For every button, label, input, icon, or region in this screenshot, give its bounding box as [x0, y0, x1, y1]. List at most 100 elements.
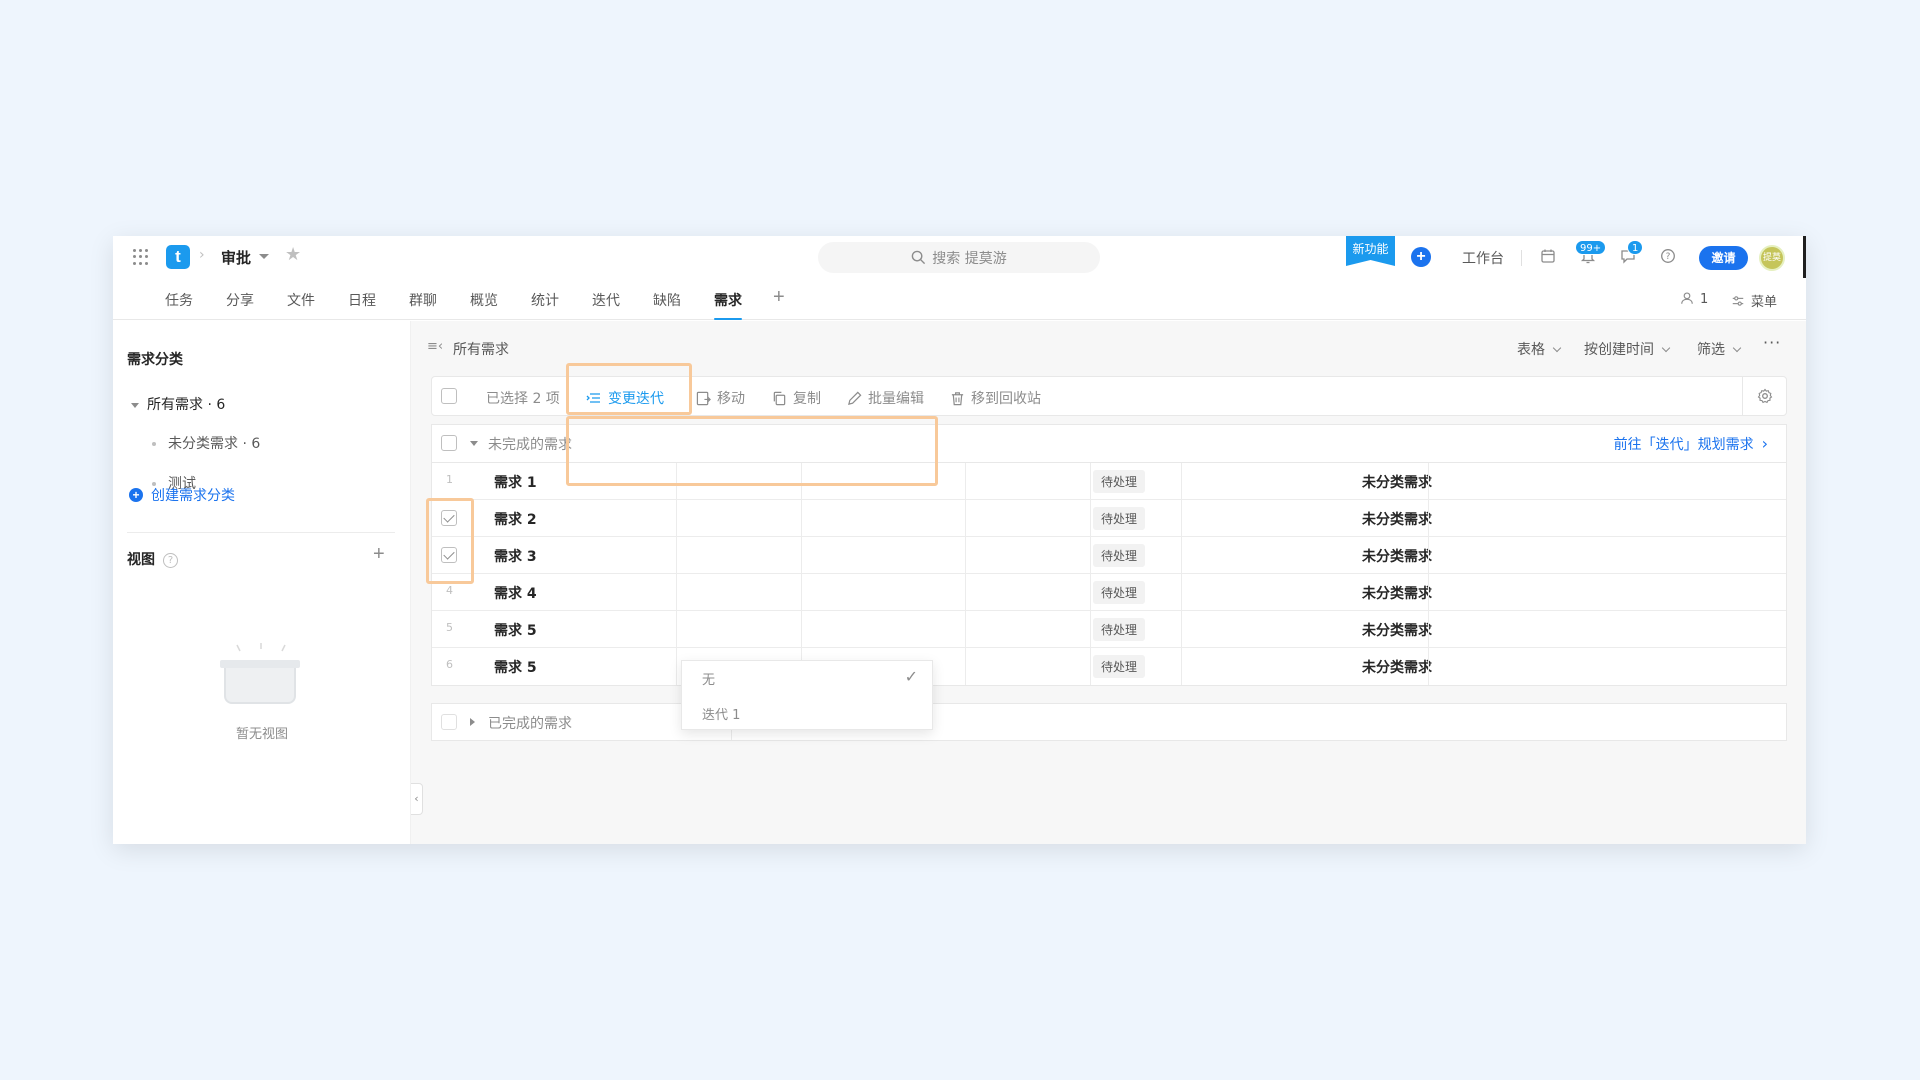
requirement-title[interactable]: 需求 5: [494, 657, 537, 677]
status-badge[interactable]: 待处理: [1093, 507, 1146, 530]
status-badge[interactable]: 待处理: [1093, 581, 1146, 604]
highlight-checkboxes: [426, 498, 474, 584]
batch-edit-button[interactable]: 批量编辑: [847, 388, 924, 408]
iteration-dropdown: 无 ✓ 迭代 1: [681, 660, 933, 730]
column-divider: [801, 611, 802, 647]
members-button[interactable]: 1: [1680, 291, 1708, 307]
project-tabs: 任务 分享 文件 日程 群聊 概览 统计 迭代 缺陷 需求 + 1 菜单: [113, 278, 1806, 320]
tab-group-chat[interactable]: 群聊: [409, 290, 437, 310]
table-settings-gear-icon[interactable]: [1742, 377, 1786, 415]
table-row[interactable]: 4 需求 4 待处理 未分类需求: [432, 574, 1786, 611]
tab-statistics[interactable]: 统计: [531, 290, 559, 310]
avatar[interactable]: 提莫: [1759, 245, 1785, 271]
column-divider: [1181, 537, 1182, 573]
group-checkbox[interactable]: [441, 714, 457, 730]
table-row[interactable]: 需求 3 待处理 未分类需求: [432, 537, 1786, 574]
category-cell[interactable]: 未分类需求: [1362, 509, 1432, 529]
group-checkbox[interactable]: [441, 435, 457, 451]
category-cell[interactable]: 未分类需求: [1362, 657, 1432, 677]
table-row[interactable]: 5 需求 5 待处理 未分类需求: [432, 611, 1786, 648]
more-options-icon[interactable]: ···: [1763, 333, 1781, 352]
status-badge[interactable]: 待处理: [1093, 544, 1146, 567]
column-divider: [1181, 611, 1182, 647]
add-view-icon[interactable]: +: [373, 543, 385, 566]
iteration-option-1[interactable]: 迭代 1: [702, 704, 740, 723]
collapse-caret-icon[interactable]: [470, 441, 478, 446]
column-divider: [801, 574, 802, 610]
filter-label: 筛选: [1697, 342, 1725, 358]
column-divider: [1428, 537, 1429, 573]
calendar-icon[interactable]: [1539, 248, 1557, 266]
expand-caret-icon[interactable]: [470, 718, 475, 726]
status-badge[interactable]: 待处理: [1093, 470, 1146, 493]
table-row[interactable]: 需求 2 待处理 未分类需求: [432, 500, 1786, 537]
create-category-label: 创建需求分类: [151, 488, 235, 504]
requirement-title[interactable]: 需求 4: [494, 583, 537, 603]
star-icon[interactable]: ★: [285, 244, 301, 265]
chevron-down-icon: [1552, 343, 1562, 353]
search-input[interactable]: 搜索 提莫游: [818, 242, 1100, 273]
column-divider: [1181, 500, 1182, 536]
collapse-list-icon[interactable]: ≡‹: [427, 339, 443, 354]
move-button[interactable]: 移动: [696, 388, 745, 408]
empty-box-illustration: [220, 660, 300, 704]
new-feature-badge[interactable]: 新功能: [1346, 236, 1395, 266]
view-mode-dropdown[interactable]: 表格: [1517, 339, 1562, 359]
tab-files[interactable]: 文件: [287, 290, 315, 310]
help-icon[interactable]: ?: [1659, 248, 1677, 266]
requirement-title[interactable]: 需求 3: [494, 546, 537, 566]
quick-add-icon[interactable]: +: [1411, 247, 1431, 267]
tab-overview[interactable]: 概览: [470, 290, 498, 310]
copy-icon: [773, 391, 786, 405]
category-all[interactable]: 所有需求 · 6: [131, 394, 225, 414]
invite-button[interactable]: 邀请: [1699, 246, 1748, 270]
column-divider: [1181, 648, 1182, 685]
selected-count: 已选择 2 项: [486, 391, 560, 407]
category-uncategorized[interactable]: 未分类需求 · 6: [152, 433, 260, 453]
workbench-link[interactable]: 工作台: [1462, 248, 1504, 268]
status-badge[interactable]: 待处理: [1093, 618, 1146, 641]
recycle-button[interactable]: 移到回收站: [950, 388, 1041, 408]
collapse-sidebar-handle[interactable]: ‹: [411, 783, 423, 815]
go-iteration-link[interactable]: 前往「迭代」规划需求 ›: [1614, 434, 1768, 454]
chevron-down-icon: [1732, 343, 1742, 353]
project-dropdown-icon[interactable]: [259, 254, 269, 259]
expand-caret-icon[interactable]: [131, 402, 139, 408]
requirement-title[interactable]: 需求 2: [494, 509, 537, 529]
help-icon[interactable]: ?: [163, 552, 178, 568]
status-badge[interactable]: 待处理: [1093, 655, 1146, 678]
select-all-checkbox[interactable]: [441, 388, 457, 404]
column-divider: [1090, 537, 1091, 573]
row-number: 1: [446, 473, 453, 486]
requirement-title[interactable]: 需求 5: [494, 620, 537, 640]
category-cell[interactable]: 未分类需求: [1362, 620, 1432, 640]
column-divider: [965, 574, 966, 610]
menu-label: 菜单: [1751, 295, 1778, 310]
category-cell[interactable]: 未分类需求: [1362, 472, 1432, 492]
add-tab-icon[interactable]: +: [773, 286, 785, 309]
tab-requirements[interactable]: 需求: [714, 290, 742, 320]
tab-defects[interactable]: 缺陷: [653, 290, 681, 310]
category-cell[interactable]: 未分类需求: [1362, 546, 1432, 566]
tab-share[interactable]: 分享: [226, 290, 254, 310]
copy-button[interactable]: 复制: [772, 388, 821, 408]
iteration-option-none[interactable]: 无: [702, 669, 715, 688]
completed-group-label: 已完成的需求: [488, 716, 572, 732]
project-title[interactable]: 审批: [221, 247, 251, 268]
table-row[interactable]: 6 需求 5 待处理 未分类需求: [432, 648, 1786, 685]
completed-group-header[interactable]: 已完成的需求: [431, 703, 1787, 741]
sort-dropdown[interactable]: 按创建时间: [1584, 339, 1671, 359]
trash-icon: [951, 391, 964, 405]
requirement-title[interactable]: 需求 1: [494, 472, 537, 492]
column-divider: [1181, 574, 1182, 610]
category-cell[interactable]: 未分类需求: [1362, 583, 1432, 603]
column-divider: [1428, 648, 1429, 685]
tab-schedule[interactable]: 日程: [348, 290, 376, 310]
teambition-logo-icon[interactable]: t: [166, 245, 190, 269]
menu-button[interactable]: 菜单: [1731, 291, 1777, 310]
create-category-button[interactable]: + 创建需求分类: [129, 485, 235, 505]
tab-iterations[interactable]: 迭代: [592, 290, 620, 310]
tab-tasks[interactable]: 任务: [165, 290, 193, 310]
apps-grid-icon[interactable]: [133, 249, 149, 265]
filter-dropdown[interactable]: 筛选: [1697, 339, 1742, 359]
